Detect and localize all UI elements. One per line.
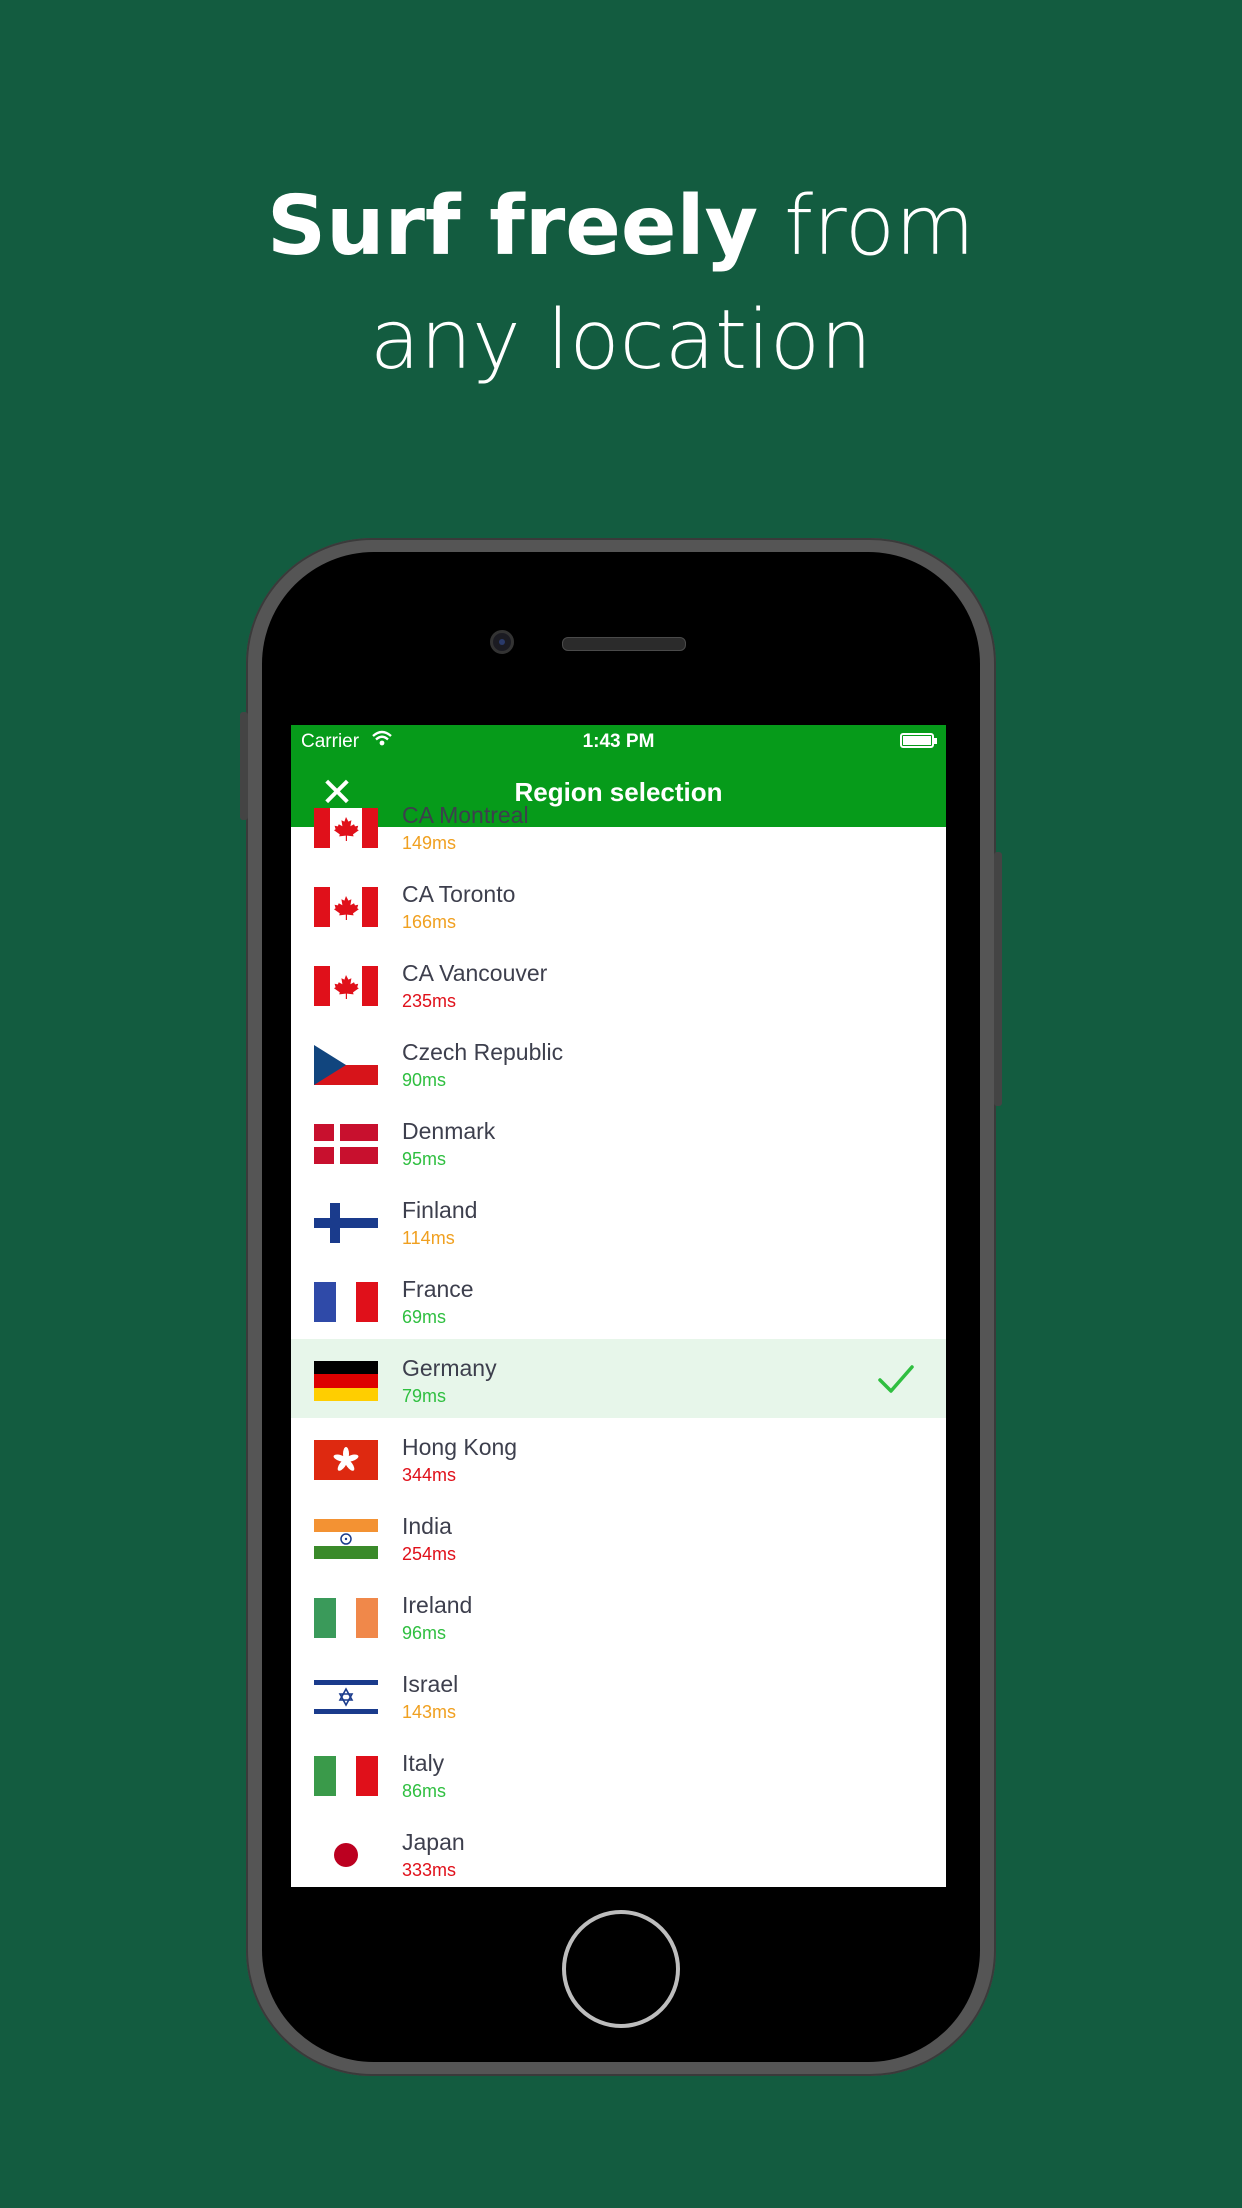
region-name: Denmark xyxy=(402,1118,496,1144)
region-ping: 166ms xyxy=(402,912,457,932)
region-name: Germany xyxy=(402,1355,497,1381)
region-row[interactable]: Hong Kong 344ms xyxy=(291,1418,946,1497)
region-name: Finland xyxy=(402,1197,478,1223)
status-time: 1:43 PM xyxy=(582,731,655,752)
region-name: CA Vancouver xyxy=(402,960,548,986)
region-ping: 114ms xyxy=(402,1228,455,1248)
headline-line2: any location xyxy=(369,293,873,388)
region-row[interactable]: CA Vancouver 235ms xyxy=(291,944,946,1023)
ireland-flag-icon xyxy=(314,1598,378,1638)
region-name: CA Montreal xyxy=(402,802,529,828)
canada-flag-icon xyxy=(314,808,378,848)
status-bar: Carrier 1:43 PM xyxy=(291,725,946,757)
region-ping: 95ms xyxy=(402,1149,447,1169)
region-row[interactable]: Germany 79ms xyxy=(291,1339,946,1418)
camera-icon xyxy=(490,630,514,654)
japan-flag-icon xyxy=(314,1835,378,1875)
region-ping: 254ms xyxy=(402,1544,457,1564)
region-name: Italy xyxy=(402,1750,445,1776)
region-row[interactable]: Ireland 96ms xyxy=(291,1576,946,1655)
headline-bold: Surf freely xyxy=(267,179,759,274)
region-ping: 143ms xyxy=(402,1702,457,1722)
region-name: France xyxy=(402,1276,474,1302)
region-ping: 235ms xyxy=(402,991,457,1011)
headline-rest: from xyxy=(758,179,975,274)
denmark-flag-icon xyxy=(314,1124,378,1164)
region-name: CA Toronto xyxy=(402,881,516,907)
hong-kong-flag-icon xyxy=(314,1440,378,1480)
region-row[interactable]: Italy 86ms xyxy=(291,1734,946,1813)
region-name: India xyxy=(402,1513,452,1539)
region-ping: 333ms xyxy=(402,1860,457,1880)
germany-flag-icon xyxy=(314,1361,378,1401)
app-screen: Carrier 1:43 PM ✕ Region selection CA Mo… xyxy=(291,725,946,1887)
region-name: Ireland xyxy=(402,1592,473,1618)
canada-flag-icon xyxy=(314,966,378,1006)
checkmark-icon xyxy=(876,1359,916,1406)
battery-icon xyxy=(900,733,937,748)
region-row[interactable]: Czech Republic 90ms xyxy=(291,1023,946,1102)
region-name: Japan xyxy=(402,1829,465,1855)
region-ping: 90ms xyxy=(402,1070,447,1090)
canada-flag-icon xyxy=(314,887,378,927)
region-row[interactable]: Denmark 95ms xyxy=(291,1102,946,1181)
region-ping: 149ms xyxy=(402,833,457,853)
region-ping: 344ms xyxy=(402,1465,457,1485)
israel-flag-icon xyxy=(314,1677,378,1717)
region-ping: 96ms xyxy=(402,1623,447,1643)
phone-power-button xyxy=(994,852,1002,1106)
headline: Surf freely from any location xyxy=(0,170,1242,398)
region-row[interactable]: Finland 114ms xyxy=(291,1181,946,1260)
region-ping: 79ms xyxy=(402,1386,447,1406)
home-button[interactable] xyxy=(562,1910,680,2028)
czech-flag-icon xyxy=(314,1045,378,1085)
region-name: Hong Kong xyxy=(402,1434,518,1460)
india-flag-icon xyxy=(314,1519,378,1559)
region-name: Israel xyxy=(402,1671,459,1697)
region-row[interactable]: India 254ms xyxy=(291,1497,946,1576)
region-ping: 69ms xyxy=(402,1307,447,1327)
italy-flag-icon xyxy=(314,1756,378,1796)
region-row[interactable]: CA Montreal 149ms xyxy=(291,786,946,865)
france-flag-icon xyxy=(314,1282,378,1322)
region-row[interactable]: France 69ms xyxy=(291,1260,946,1339)
phone-side-button xyxy=(240,712,248,820)
speaker-grille xyxy=(562,637,686,651)
region-ping: 86ms xyxy=(402,1781,447,1801)
region-row[interactable]: Israel 143ms xyxy=(291,1655,946,1734)
region-row[interactable]: Japan 333ms xyxy=(291,1813,946,1887)
region-name: Czech Republic xyxy=(402,1039,564,1065)
finland-flag-icon xyxy=(314,1203,378,1243)
region-row[interactable]: CA Toronto 166ms xyxy=(291,865,946,944)
